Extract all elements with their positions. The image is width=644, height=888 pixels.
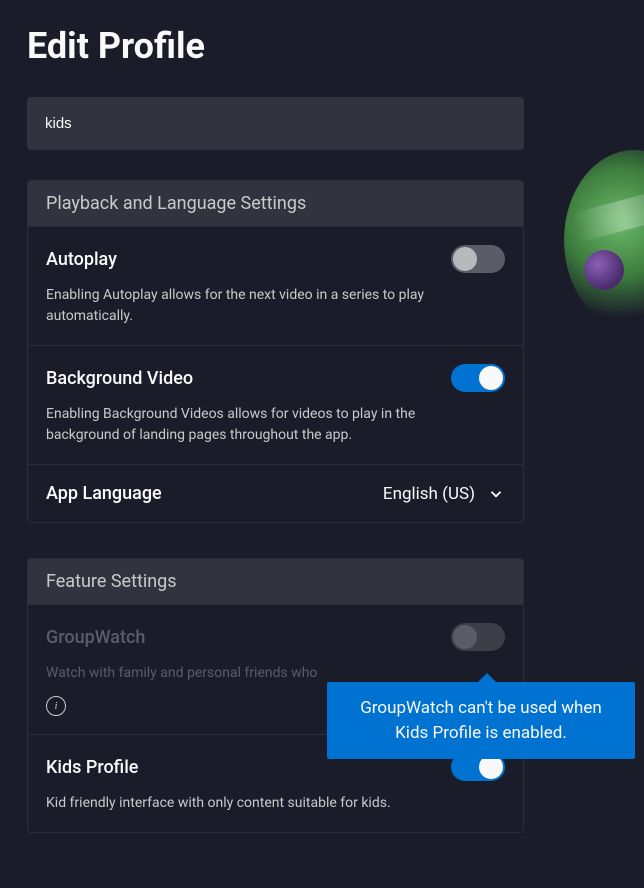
playback-section: Playback and Language Settings Autoplay … bbox=[27, 180, 524, 523]
app-language-label: App Language bbox=[46, 483, 162, 504]
autoplay-label: Autoplay bbox=[46, 249, 117, 270]
background-video-setting: Background Video Enabling Background Vid… bbox=[28, 345, 523, 464]
autoplay-toggle[interactable] bbox=[451, 245, 505, 273]
page-title: Edit Profile bbox=[27, 25, 617, 67]
background-video-desc: Enabling Background Videos allows for vi… bbox=[46, 404, 466, 446]
app-language-value: English (US) bbox=[383, 484, 475, 504]
background-video-toggle[interactable] bbox=[451, 364, 505, 392]
playback-section-header: Playback and Language Settings bbox=[28, 181, 523, 226]
kids-profile-label: Kids Profile bbox=[46, 757, 138, 778]
autoplay-setting: Autoplay Enabling Autoplay allows for th… bbox=[28, 226, 523, 345]
autoplay-desc: Enabling Autoplay allows for the next vi… bbox=[46, 285, 466, 327]
groupwatch-desc: Watch with family and personal friends w… bbox=[46, 663, 466, 684]
chevron-down-icon bbox=[487, 485, 505, 503]
info-icon[interactable]: i bbox=[46, 696, 66, 716]
tooltip-text: GroupWatch can't be used when Kids Profi… bbox=[360, 698, 602, 743]
groupwatch-label: GroupWatch bbox=[46, 627, 145, 648]
background-video-label: Background Video bbox=[46, 368, 193, 389]
kids-profile-desc: Kid friendly interface with only content… bbox=[46, 793, 466, 814]
tooltip-arrow-icon bbox=[477, 673, 497, 683]
profile-name-input[interactable] bbox=[27, 97, 524, 150]
groupwatch-toggle bbox=[451, 623, 505, 651]
groupwatch-tooltip: GroupWatch can't be used when Kids Profi… bbox=[327, 682, 635, 759]
features-section-header: Feature Settings bbox=[28, 559, 523, 604]
app-language-select[interactable]: English (US) bbox=[383, 484, 505, 504]
app-language-setting: App Language English (US) bbox=[28, 464, 523, 522]
